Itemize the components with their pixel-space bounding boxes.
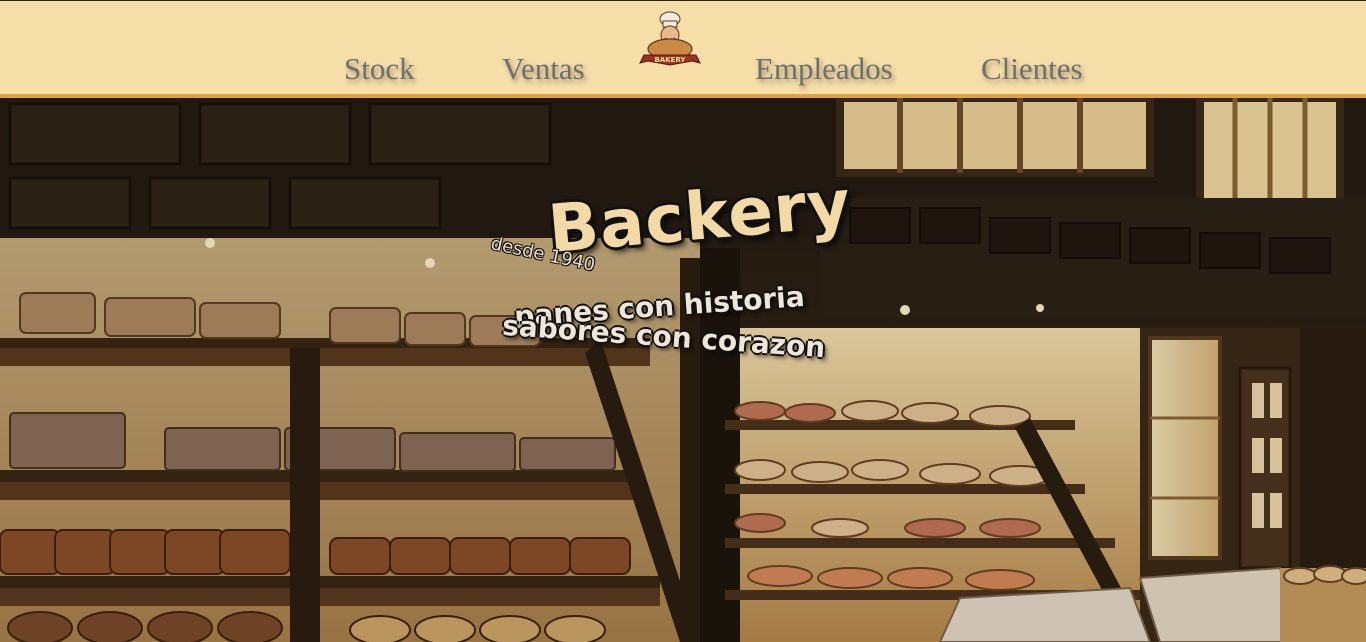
hero-banner: Backery desde 1940 panes con historia sa… <box>0 98 1366 642</box>
nav-link-ventas[interactable]: Ventas <box>502 51 585 87</box>
nav-link-stock[interactable]: Stock <box>344 51 415 87</box>
logo-text: BAKERY <box>654 56 686 64</box>
bakery-logo[interactable]: BAKERY <box>638 9 702 69</box>
nav-link-empleados[interactable]: Empleados <box>755 51 893 87</box>
top-navbar: Stock Ventas BAKERY Empleados Clientes <box>0 0 1366 98</box>
bakery-logo-icon: BAKERY <box>639 11 701 66</box>
nav-link-clientes[interactable]: Clientes <box>981 51 1083 87</box>
